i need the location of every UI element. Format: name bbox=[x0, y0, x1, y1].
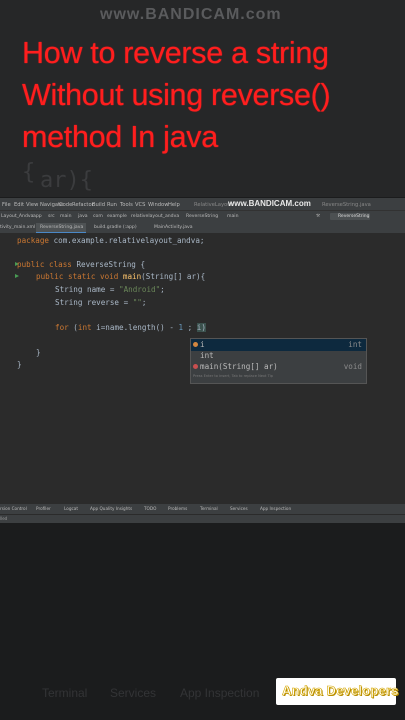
tab-reverse-string[interactable]: ReverseString.java bbox=[36, 223, 86, 233]
video-title: How to reverse a string Without using re… bbox=[22, 32, 402, 158]
code-line-reverse: String reverse = ""; bbox=[55, 298, 147, 307]
hammer-icon[interactable]: ⚒ bbox=[316, 214, 320, 219]
title-line: How to reverse a string bbox=[22, 36, 329, 70]
method-icon bbox=[193, 364, 198, 369]
background-code-line: { bbox=[22, 160, 36, 185]
breadcrumb-item[interactable]: src bbox=[48, 214, 55, 219]
code-line-for: for (int i=name.length() - 1 ; i) bbox=[55, 323, 206, 332]
title-line: method In java bbox=[22, 120, 218, 154]
background-services: Services bbox=[110, 686, 157, 700]
autocomplete-item[interactable]: main(String[] ar) void bbox=[191, 361, 366, 373]
background-app-inspection: App Inspection bbox=[180, 686, 260, 700]
menu-code[interactable]: Code bbox=[59, 202, 72, 208]
run-config-label: ReverseString bbox=[338, 214, 370, 219]
variable-icon bbox=[193, 342, 198, 347]
menu-help[interactable]: Help bbox=[168, 202, 180, 208]
breadcrumb-item[interactable]: com bbox=[93, 214, 103, 219]
breadcrumb-item[interactable]: main bbox=[227, 214, 238, 219]
breadcrumb-item[interactable]: ReverseString bbox=[186, 214, 218, 219]
title-line: Without using reverse() bbox=[22, 78, 331, 112]
background-code-line: ar){ bbox=[40, 168, 93, 193]
breadcrumb-item[interactable]: example bbox=[107, 214, 127, 219]
code-line-main: public static void main(String[] ar){ bbox=[36, 272, 206, 281]
tab-main-activity[interactable]: MainActivity.java bbox=[150, 223, 200, 233]
tool-todo[interactable]: TODO bbox=[144, 506, 156, 511]
tool-problems[interactable]: Problems bbox=[168, 506, 187, 511]
breadcrumb-item[interactable]: java bbox=[78, 214, 88, 219]
tool-services[interactable]: Services bbox=[230, 506, 248, 511]
breadcrumb-item[interactable]: relativelayout_andva bbox=[131, 214, 179, 219]
code-line-package: package com.example.relativelayout_andva… bbox=[17, 236, 205, 245]
menu-view[interactable]: View bbox=[26, 202, 38, 208]
status-text: lled bbox=[0, 516, 8, 521]
editor-tabs: tivity_main.xml ReverseString.java build… bbox=[0, 223, 405, 233]
menu-window[interactable]: Window bbox=[148, 202, 168, 208]
tool-profiler[interactable]: Profiler bbox=[36, 506, 51, 511]
window-title-file: ReverseString.java bbox=[322, 202, 371, 208]
menu-edit[interactable]: Edit bbox=[14, 202, 24, 208]
code-line-close-class: } bbox=[17, 360, 22, 369]
video-title-area: www.BANDICAM.com { ar){ How to reverse a… bbox=[0, 0, 405, 197]
breadcrumb-item[interactable]: app bbox=[33, 214, 42, 219]
background-terminal: Terminal bbox=[42, 686, 88, 700]
menu-vcs[interactable]: VCS bbox=[135, 202, 145, 208]
run-gutter-icon[interactable] bbox=[15, 274, 19, 278]
tool-version-control[interactable]: rsion Control bbox=[0, 506, 27, 511]
channel-logo: Andva Developers bbox=[276, 678, 399, 705]
channel-logo-text: Andva Developers bbox=[282, 683, 399, 699]
run-config-dropdown[interactable]: ReverseString bbox=[330, 213, 370, 220]
autocomplete-hint: Press Enter to insert, Tab to replace Ne… bbox=[193, 374, 273, 378]
bandicam-watermark: www.BANDICAM.com bbox=[100, 6, 282, 23]
menu-run[interactable]: Run bbox=[107, 202, 117, 208]
breadcrumb-item[interactable]: Layout_Andva bbox=[1, 214, 33, 219]
menu-bar: File Edit View Navigate Code Refactor Bu… bbox=[0, 198, 405, 210]
tab-activity-main[interactable]: tivity_main.xml bbox=[0, 223, 35, 233]
breadcrumb-item[interactable]: main bbox=[60, 214, 71, 219]
tab-build-gradle[interactable]: build.gradle (:app) bbox=[90, 223, 146, 233]
text-cursor: i) bbox=[196, 323, 206, 332]
breadcrumb: Layout_Andva app src main java com examp… bbox=[0, 210, 405, 223]
code-line-name: String name = "Android"; bbox=[55, 285, 165, 294]
code-line-close-method: } bbox=[36, 348, 41, 357]
tool-logcat[interactable]: Logcat bbox=[64, 506, 78, 511]
window-title: RelativeLayout bbox=[194, 202, 233, 208]
menu-refactor[interactable]: Refactor bbox=[72, 202, 94, 208]
tool-window-bar: rsion Control Profiler Logcat App Qualit… bbox=[0, 504, 405, 514]
menu-file[interactable]: File bbox=[2, 202, 11, 208]
autocomplete-popup: i int int main(String[] ar) void Press E… bbox=[190, 338, 367, 384]
menu-tools[interactable]: Tools bbox=[120, 202, 133, 208]
bandicam-watermark: www.BANDICAM.com bbox=[228, 199, 311, 208]
tool-app-inspection[interactable]: App Inspection bbox=[260, 506, 291, 511]
tool-app-quality-insights[interactable]: App Quality Insights bbox=[90, 506, 132, 511]
code-line-class: public class ReverseString { bbox=[17, 260, 146, 269]
tool-terminal[interactable]: Terminal bbox=[200, 506, 218, 511]
menu-build[interactable]: Build bbox=[92, 202, 105, 208]
status-bar: lled bbox=[0, 514, 405, 523]
